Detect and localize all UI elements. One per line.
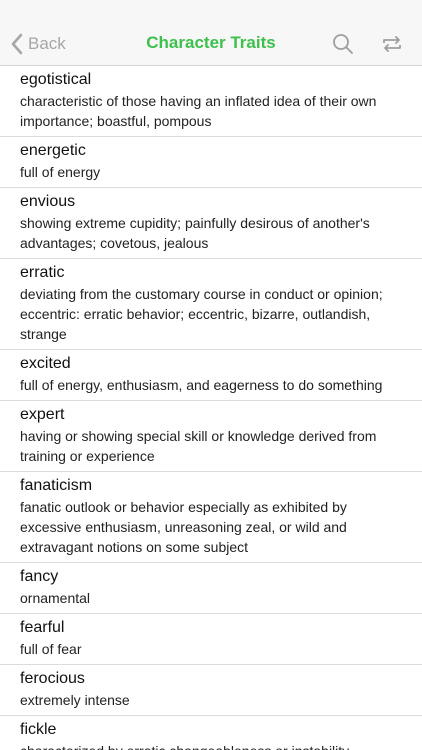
entry-term: envious [20, 193, 76, 210]
list-item[interactable]: ferocious extremely intense [0, 665, 422, 716]
list-item[interactable]: fickle characterized by erratic changeabl… [0, 716, 422, 750]
list-item[interactable]: fancy ornamental [0, 563, 422, 614]
list-item[interactable]: energetic full of energy [0, 137, 422, 188]
list-item[interactable]: excited full of energy, enthusiasm, and e… [0, 350, 422, 401]
entry-term: expert [20, 406, 65, 423]
list-item[interactable]: envious showing extreme cupidity; painful… [0, 188, 422, 259]
swap-button[interactable] [380, 32, 404, 56]
entry-definition: full of fear [20, 641, 82, 657]
list-item[interactable]: expert having or showing special skill or… [0, 401, 422, 472]
page-title: Character Traits [146, 33, 276, 52]
entry-definition: ornamental [20, 590, 91, 606]
entry-term: fearful [20, 619, 65, 636]
entry-definition: extremely intense [20, 692, 130, 708]
entry-term: excited [20, 355, 71, 372]
list-item[interactable]: fanaticism fanatic outlook or behavior es… [0, 472, 422, 563]
entry-term: egotistical [20, 71, 92, 88]
entry-term: erratic [20, 264, 65, 281]
entry-term: fanaticism [20, 477, 93, 494]
entry-definition: deviating from the customary course in c… [20, 286, 383, 342]
entry-definition: full of energy [20, 164, 101, 180]
entry-definition: showing extreme cupidity; painfully desi… [20, 215, 370, 251]
entry-definition: characterized by erratic changeableness … [20, 741, 402, 750]
entry-term: fancy [20, 568, 59, 585]
navigation-bar: Back Character Traits [0, 0, 422, 66]
search-button[interactable] [331, 32, 355, 56]
swap-icon [383, 36, 401, 52]
search-icon [333, 34, 353, 54]
list-item[interactable]: fearful full of fear [0, 614, 422, 665]
list-item[interactable]: egotistical characteristic of those havin… [0, 66, 422, 137]
entry-list[interactable]: egotistical characteristic of those havin… [0, 66, 422, 750]
entry-term: energetic [20, 142, 86, 159]
entry-definition: fanatic outlook or behavior especially a… [20, 499, 347, 555]
entry-definition: characteristic of those having an inflat… [20, 93, 377, 129]
entry-term: fickle [20, 721, 57, 738]
entry-definition: having or showing special skill or knowl… [20, 428, 377, 464]
list-item[interactable]: erratic deviating from the customary cour… [0, 259, 422, 350]
entry-definition: full of energy, enthusiasm, and eagernes… [20, 377, 383, 393]
entry-term: ferocious [20, 670, 85, 687]
